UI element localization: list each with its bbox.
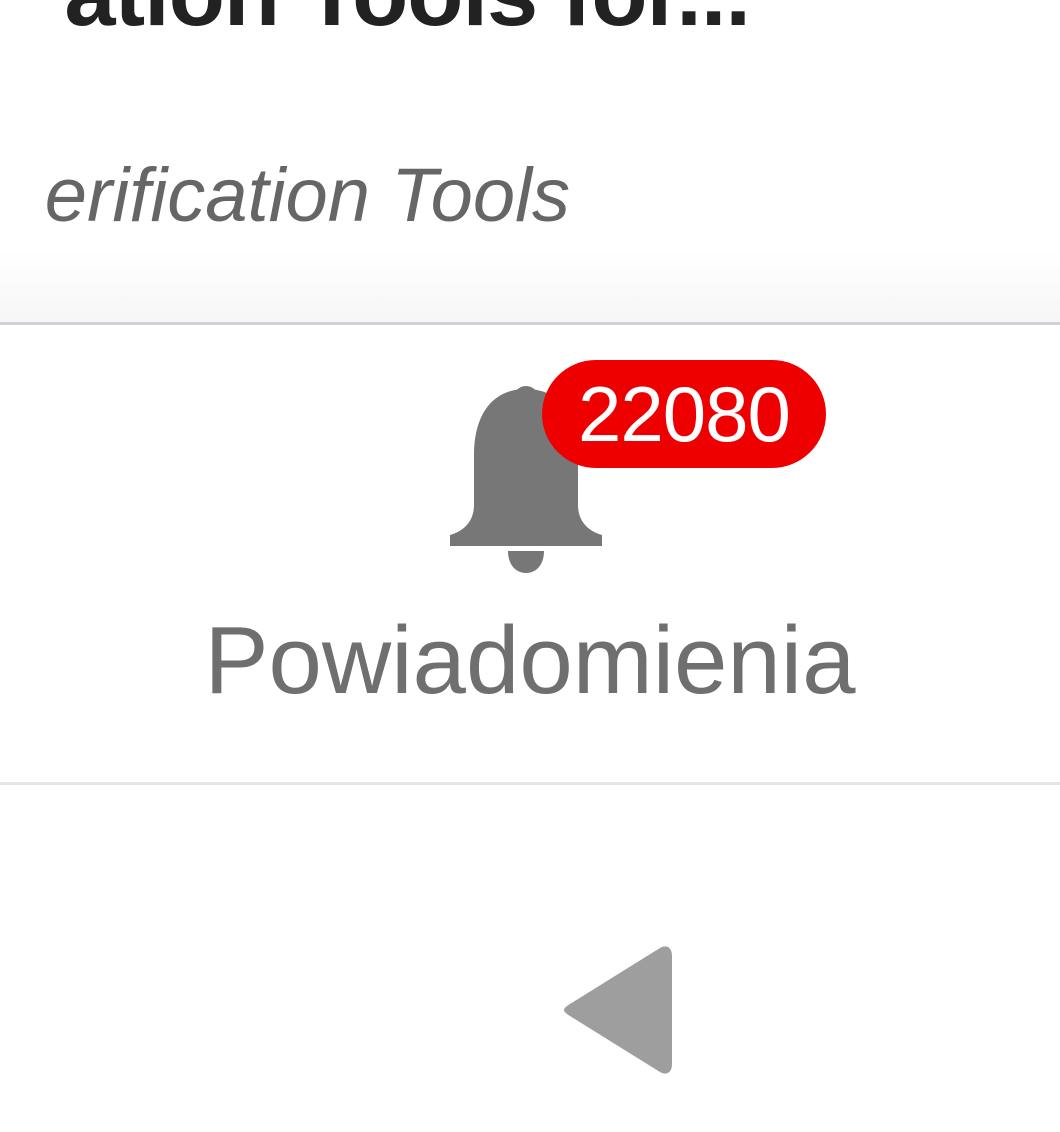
notification-count-badge: 22080 — [542, 360, 826, 468]
page-subtitle: erification Tools — [44, 153, 570, 238]
section-divider — [0, 782, 1060, 785]
notifications-button[interactable]: 22080 Powiadomienia — [0, 325, 1060, 782]
header: ation Tools for... erification Tools — [0, 0, 1060, 323]
notifications-label: Powiadomienia — [204, 607, 856, 714]
back-button[interactable] — [540, 920, 700, 1100]
page-title: ation Tools for... — [64, 0, 751, 40]
back-triangle-icon — [564, 946, 672, 1074]
